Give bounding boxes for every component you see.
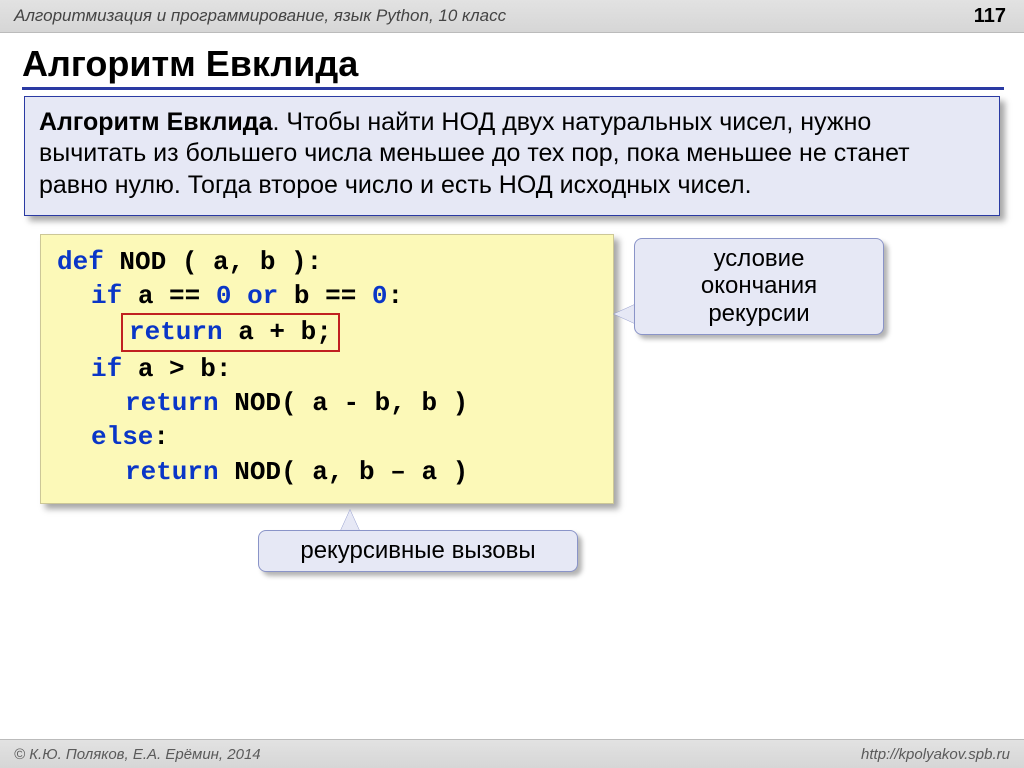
- callout1-line3: рекурсии: [649, 300, 869, 328]
- cond1-a: a ==: [138, 281, 216, 311]
- footer-left: © К.Ю. Поляков, Е.А. Ерёмин, 2014: [14, 746, 261, 763]
- callout-1-tail: [614, 304, 636, 324]
- else-colon: :: [153, 422, 169, 452]
- call1-args: ( a - b, b ): [281, 388, 468, 418]
- code-line-4: if a > b:: [57, 352, 597, 386]
- slide: Алгоритмизация и программирование, язык …: [0, 0, 1024, 768]
- fn-signature: NOD ( a, b ):: [119, 247, 322, 277]
- callout1-line1: условие: [649, 245, 869, 273]
- callout-2-tail: [340, 510, 360, 532]
- kw-if-1: if: [91, 281, 122, 311]
- kw-def: def: [57, 247, 104, 277]
- footer-bar: © К.Ю. Поляков, Е.А. Ерёмин, 2014 http:/…: [0, 739, 1024, 768]
- code-line-2: if a == 0 or b == 0:: [57, 279, 597, 313]
- page-number: 117: [974, 5, 1010, 28]
- kw-or: or: [247, 281, 278, 311]
- definition-term: Алгоритм Евклида: [39, 108, 273, 136]
- code-box: def NOD ( a, b ): if a == 0 or b == 0: r…: [40, 234, 614, 504]
- code-line-6: else:: [57, 420, 597, 454]
- cond1-b: b ==: [278, 281, 372, 311]
- code-line-7: return NOD( a, b – a ): [57, 455, 597, 489]
- call2-pre: NOD: [219, 457, 281, 487]
- code-wrap: def NOD ( a, b ): if a == 0 or b == 0: r…: [40, 234, 1004, 504]
- kw-else: else: [91, 422, 153, 452]
- kw-return-2: return: [125, 388, 219, 418]
- code-line-3: return a + b;: [57, 313, 597, 351]
- return-highlight-box: return a + b;: [121, 313, 340, 351]
- code-line-5: return NOD( a - b, b ): [57, 386, 597, 420]
- header-bar: Алгоритмизация и программирование, язык …: [0, 0, 1024, 33]
- callout1-line2: окончания: [649, 272, 869, 300]
- cond2: a > b:: [122, 354, 231, 384]
- callout2-text: рекурсивные вызовы: [300, 537, 535, 564]
- callout-recursive: рекурсивные вызовы: [258, 530, 578, 572]
- definition-box: Алгоритм Евклида. Чтобы найти НОД двух н…: [24, 96, 1000, 216]
- ret1: a + b;: [223, 317, 332, 347]
- kw-return-3: return: [125, 457, 219, 487]
- zero-1: 0: [216, 281, 232, 311]
- footer-right: http://kpolyakov.spb.ru: [861, 746, 1010, 763]
- call2-args: ( a, b – a ): [281, 457, 468, 487]
- zero-2: 0: [372, 281, 388, 311]
- call1-pre: NOD: [219, 388, 281, 418]
- colon-1: :: [388, 281, 404, 311]
- code-line-1: def NOD ( a, b ):: [57, 245, 597, 279]
- course-title: Алгоритмизация и программирование, язык …: [14, 6, 506, 26]
- kw-if-2: if: [91, 354, 122, 384]
- kw-return-1: return: [129, 317, 223, 347]
- content-area: Алгоритм Евклида Алгоритм Евклида. Чтобы…: [0, 33, 1024, 504]
- callout-termination: условие окончания рекурсии: [634, 238, 884, 335]
- slide-title: Алгоритм Евклида: [22, 43, 1004, 90]
